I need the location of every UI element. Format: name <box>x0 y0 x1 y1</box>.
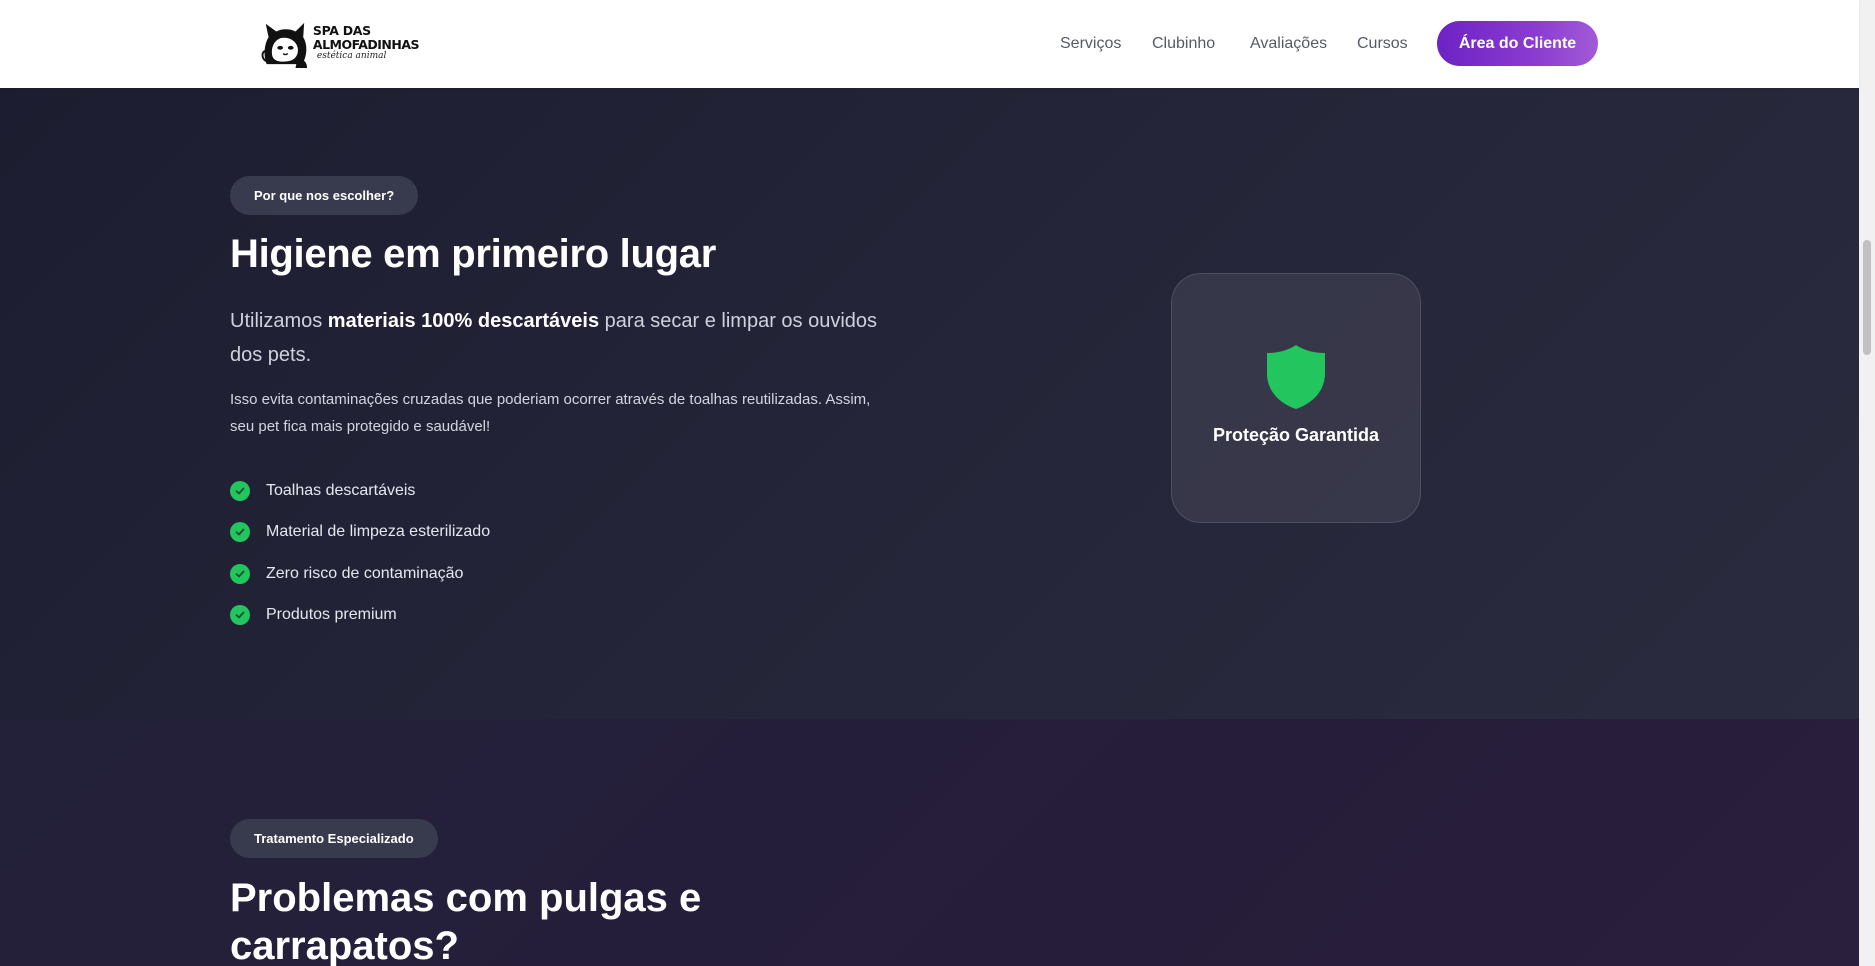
brand-tagline: estética animal <box>316 51 387 61</box>
list-item: Zero risco de contaminação <box>230 553 490 595</box>
protection-card-label: Proteção Garantida <box>1212 425 1380 445</box>
nav-item-cursos[interactable]: Cursos <box>1357 0 1408 88</box>
check-circle-icon <box>230 522 250 543</box>
specialized-treatment-badge: Tratamento Especializado <box>230 819 438 858</box>
lead-prefix: Utilizamos <box>230 310 328 332</box>
brand-line-1: SPA DAS <box>312 23 371 38</box>
hygiene-description: Isso evita contaminações cruzadas que po… <box>230 391 871 435</box>
client-area-button[interactable]: Área do Cliente <box>1437 21 1598 66</box>
list-item-label: Produtos premium <box>266 606 397 624</box>
brand-line-2: ALMOFADINHAS <box>312 36 420 52</box>
brand-logo[interactable]: SPA DAS ALMOFADINHAS estética animal <box>259 14 420 72</box>
why-choose-badge: Por que nos escolher? <box>230 176 419 215</box>
cat-logo-icon <box>261 22 308 68</box>
lead-highlight: materiais 100% descartáveis <box>327 310 600 332</box>
hygiene-lead: Utilizamos materiais 100% descartáveis p… <box>230 304 910 372</box>
nav-link-cursos[interactable]: Cursos <box>1357 35 1408 53</box>
nav-link-servicos[interactable]: Serviços <box>1060 35 1121 53</box>
list-item-label: Material de limpeza esterilizado <box>266 523 491 541</box>
nav-item-clubinho[interactable]: Clubinho <box>1152 0 1215 88</box>
shield-icon <box>1267 345 1325 409</box>
check-circle-icon <box>230 480 250 501</box>
hygiene-title: Higiene em primeiro lugar <box>230 232 716 276</box>
page-scrollbar[interactable] <box>1859 0 1875 966</box>
list-item: Material de limpeza esterilizado <box>230 512 490 554</box>
protection-card: Proteção Garantida <box>1171 273 1421 523</box>
list-item: Toalhas descartáveis <box>230 470 490 512</box>
site-header: SPA DAS ALMOFADINHAS estética animal Ser… <box>0 0 1859 88</box>
scrollbar-thumb[interactable] <box>1863 240 1871 355</box>
check-circle-icon <box>230 605 250 626</box>
nav-link-clubinho[interactable]: Clubinho <box>1152 35 1215 53</box>
nav-item-avaliacoes[interactable]: Avaliações <box>1250 0 1327 88</box>
list-item-label: Zero risco de contaminação <box>266 564 464 582</box>
brand-wordmark: SPA DAS ALMOFADINHAS estética animal <box>312 23 420 61</box>
nav-link-avaliacoes[interactable]: Avaliações <box>1250 35 1327 53</box>
hygiene-checklist: Toalhas descartáveis Material de limpeza… <box>230 470 490 636</box>
check-circle-icon <box>230 563 250 584</box>
nav-item-servicos[interactable]: Serviços <box>1060 0 1121 88</box>
list-item: Produtos premium <box>230 595 490 637</box>
list-item-label: Toalhas descartáveis <box>266 481 416 499</box>
fleas-title: Problemas com pulgas e carrapatos? <box>230 876 702 966</box>
